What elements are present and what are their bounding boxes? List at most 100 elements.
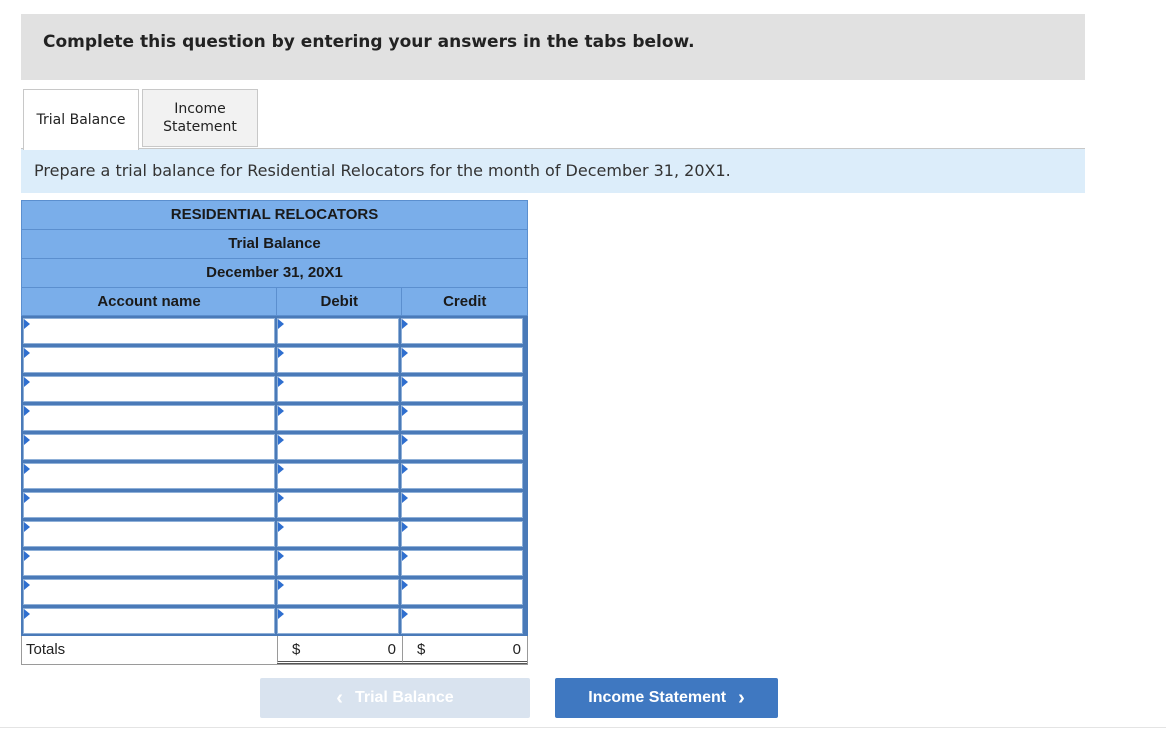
chevron-right-icon: ›	[738, 687, 745, 709]
prev-tab-button[interactable]: ‹ Trial Balance	[260, 678, 530, 718]
credit-input[interactable]	[402, 406, 522, 430]
debit-input[interactable]	[278, 319, 398, 343]
debit-input[interactable]	[278, 464, 398, 488]
account-name-input[interactable]	[24, 435, 274, 459]
dropdown-triangle-icon	[24, 464, 30, 474]
debit-input[interactable]	[278, 580, 398, 604]
trial-balance-table: RESIDENTIAL RELOCATORS Trial Balance Dec…	[21, 200, 528, 665]
debit-cell	[277, 521, 399, 547]
credit-input[interactable]	[402, 435, 522, 459]
debit-input[interactable]	[278, 493, 398, 517]
totals-credit-value: 0	[512, 641, 521, 658]
credit-cell	[401, 579, 523, 605]
table-row	[22, 433, 527, 462]
totals-label: Totals	[26, 641, 66, 658]
debit-input[interactable]	[278, 377, 398, 401]
dropdown-triangle-icon	[24, 348, 30, 358]
debit-cell	[277, 463, 399, 489]
account-name-cell	[23, 463, 275, 489]
dropdown-triangle-icon	[24, 406, 30, 416]
dropdown-triangle-icon	[24, 609, 30, 619]
table-row	[22, 549, 527, 578]
account-name-cell	[23, 376, 275, 402]
dropdown-triangle-icon	[402, 377, 408, 387]
tab-income-statement[interactable]: Income Statement	[142, 89, 258, 147]
footer-divider	[0, 727, 1166, 728]
debit-input[interactable]	[278, 406, 398, 430]
credit-input[interactable]	[402, 464, 522, 488]
dropdown-triangle-icon	[402, 551, 408, 561]
account-name-input[interactable]	[24, 522, 274, 546]
dropdown-triangle-icon	[402, 522, 408, 532]
dropdown-triangle-icon	[278, 464, 284, 474]
account-name-input[interactable]	[24, 580, 274, 604]
debit-cell	[277, 608, 399, 634]
account-name-cell	[23, 521, 275, 547]
account-name-cell	[23, 608, 275, 634]
dropdown-triangle-icon	[278, 551, 284, 561]
table-body	[21, 316, 528, 636]
company-name: RESIDENTIAL RELOCATORS	[21, 200, 528, 229]
account-name-input[interactable]	[24, 493, 274, 517]
totals-credit: $ 0	[402, 636, 527, 664]
debit-cell	[277, 318, 399, 344]
account-name-input[interactable]	[24, 464, 274, 488]
dropdown-triangle-icon	[402, 319, 408, 329]
credit-input[interactable]	[402, 580, 522, 604]
debit-input[interactable]	[278, 522, 398, 546]
debit-input[interactable]	[278, 435, 398, 459]
debit-cell	[277, 579, 399, 605]
dropdown-triangle-icon	[278, 522, 284, 532]
totals-row: Totals $ 0 $ 0	[21, 636, 528, 665]
credit-input[interactable]	[402, 493, 522, 517]
dropdown-triangle-icon	[402, 580, 408, 590]
credit-input[interactable]	[402, 319, 522, 343]
next-tab-button[interactable]: Income Statement ›	[555, 678, 778, 718]
debit-input[interactable]	[278, 348, 398, 372]
column-header-debit: Debit	[275, 288, 402, 315]
account-name-input[interactable]	[24, 377, 274, 401]
credit-input[interactable]	[402, 348, 522, 372]
table-row	[22, 607, 527, 636]
debit-input[interactable]	[278, 551, 398, 575]
account-name-cell	[23, 318, 275, 344]
column-headers: Account name Debit Credit	[21, 287, 528, 316]
dropdown-triangle-icon	[402, 435, 408, 445]
dropdown-triangle-icon	[24, 522, 30, 532]
account-name-input[interactable]	[24, 406, 274, 430]
instructions-text: Complete this question by entering your …	[43, 32, 695, 52]
dropdown-triangle-icon	[24, 435, 30, 445]
table-row	[22, 491, 527, 520]
account-name-input[interactable]	[24, 609, 274, 633]
table-row	[22, 462, 527, 491]
dropdown-triangle-icon	[278, 580, 284, 590]
dropdown-triangle-icon	[402, 406, 408, 416]
dropdown-triangle-icon	[24, 580, 30, 590]
credit-input[interactable]	[402, 551, 522, 575]
account-name-input[interactable]	[24, 551, 274, 575]
table-row	[22, 520, 527, 549]
credit-cell	[401, 405, 523, 431]
credit-input[interactable]	[402, 609, 522, 633]
table-row	[22, 346, 527, 375]
prompt-text: Prepare a trial balance for Residential …	[34, 161, 731, 180]
dropdown-triangle-icon	[402, 464, 408, 474]
account-name-input[interactable]	[24, 348, 274, 372]
table-row	[22, 404, 527, 433]
debit-cell	[277, 347, 399, 373]
prompt-bar: Prepare a trial balance for Residential …	[21, 149, 1085, 193]
credit-cell	[401, 434, 523, 460]
credit-cell	[401, 318, 523, 344]
account-name-cell	[23, 579, 275, 605]
chevron-left-icon: ‹	[336, 687, 343, 709]
debit-cell	[277, 434, 399, 460]
credit-input[interactable]	[402, 522, 522, 546]
tab-trial-balance[interactable]: Trial Balance	[23, 89, 139, 150]
account-name-input[interactable]	[24, 319, 274, 343]
credit-input[interactable]	[402, 377, 522, 401]
credit-cell	[401, 608, 523, 634]
credit-cell	[401, 521, 523, 547]
dropdown-triangle-icon	[402, 609, 408, 619]
statement-title: Trial Balance	[21, 229, 528, 258]
debit-input[interactable]	[278, 609, 398, 633]
